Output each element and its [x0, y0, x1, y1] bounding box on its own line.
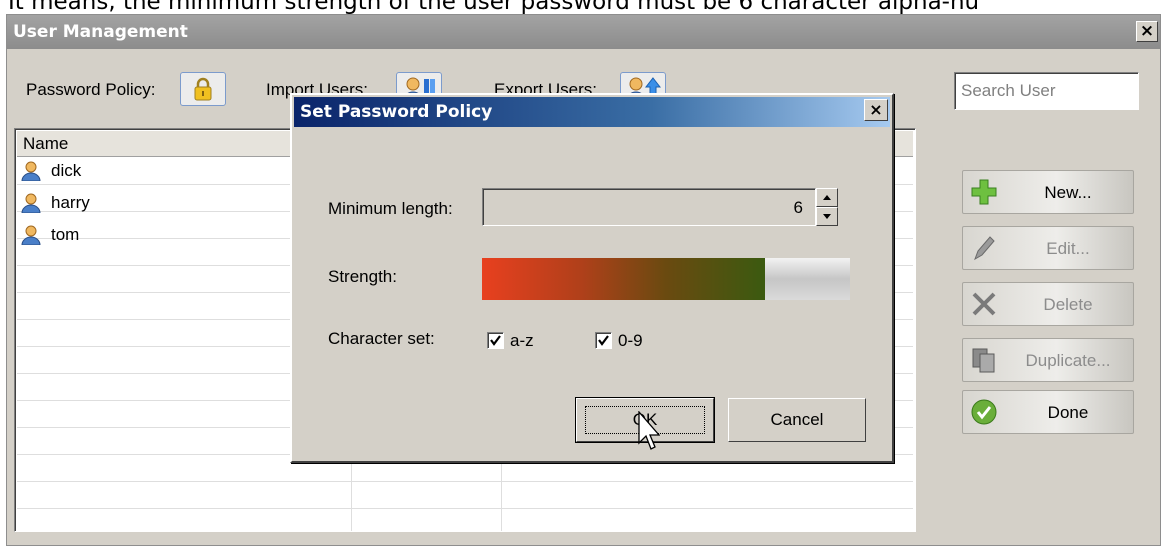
cancel-button[interactable]: Cancel — [728, 398, 866, 442]
min-length-input[interactable]: 6 — [482, 188, 816, 226]
charset-az-checkbox[interactable] — [487, 332, 504, 349]
spin-down-button[interactable] — [816, 207, 838, 226]
check-mark-icon — [598, 335, 609, 346]
duplicate-button[interactable]: Duplicate... — [962, 338, 1134, 382]
delete-button[interactable]: Delete — [962, 282, 1134, 326]
strength-label: Strength: — [328, 267, 397, 286]
user-icon — [21, 193, 41, 213]
triangle-down-icon — [823, 214, 831, 219]
plus-icon — [971, 179, 997, 205]
done-button-label: Done — [1047, 403, 1089, 422]
duplicate-button-label: Duplicate... — [1025, 351, 1111, 370]
top-caption: It means, the minimum strength of the us… — [8, 0, 980, 14]
edit-button[interactable]: Edit... — [962, 226, 1134, 270]
password-policy-button[interactable] — [180, 72, 226, 106]
arrow-cursor-icon — [638, 411, 660, 450]
user-icon — [21, 225, 41, 245]
new-button[interactable]: New... — [962, 170, 1134, 214]
x-icon — [972, 292, 996, 316]
strength-meter-fill — [482, 258, 766, 300]
window-close-button[interactable]: × — [1136, 21, 1158, 42]
user-name: dick — [51, 161, 82, 180]
triangle-up-icon — [823, 195, 831, 200]
duplicate-icon — [972, 348, 995, 373]
charset-az-label: a-z — [510, 331, 534, 350]
charset-09-label: 0-9 — [618, 331, 643, 350]
window-titlebar: User Management — [7, 15, 1160, 49]
edit-button-label: Edit... — [1046, 239, 1090, 258]
user-icon — [21, 161, 41, 181]
table-row[interactable]: tom — [21, 221, 79, 249]
dialog-title: Set Password Policy — [300, 102, 493, 122]
min-length-label: Minimum length: — [328, 199, 453, 218]
user-name: tom — [51, 225, 80, 244]
table-row[interactable]: harry — [21, 189, 90, 217]
table-row[interactable]: dick — [21, 157, 81, 185]
strength-meter — [482, 258, 850, 300]
charset-label: Character set: — [328, 329, 435, 348]
checkmark-icon — [971, 399, 997, 425]
user-name: harry — [51, 193, 90, 212]
done-button[interactable]: Done — [962, 390, 1134, 434]
dialog-titlebar: Set Password Policy — [294, 97, 890, 127]
delete-button-label: Delete — [1043, 295, 1093, 314]
pencil-icon — [974, 236, 995, 261]
password-policy-label: Password Policy: — [26, 80, 156, 99]
window-title: User Management — [13, 22, 188, 42]
check-mark-icon — [490, 335, 501, 346]
set-password-policy-dialog: Set Password Policy × Minimum length: 6 … — [290, 93, 894, 463]
lock-icon — [194, 77, 212, 101]
new-button-label: New... — [1044, 183, 1092, 202]
spin-up-button[interactable] — [816, 188, 838, 207]
cancel-button-label: Cancel — [770, 410, 824, 429]
charset-09-checkbox[interactable] — [595, 332, 612, 349]
dialog-close-button[interactable]: × — [864, 99, 888, 121]
search-user-input[interactable]: Search User — [954, 72, 1139, 110]
